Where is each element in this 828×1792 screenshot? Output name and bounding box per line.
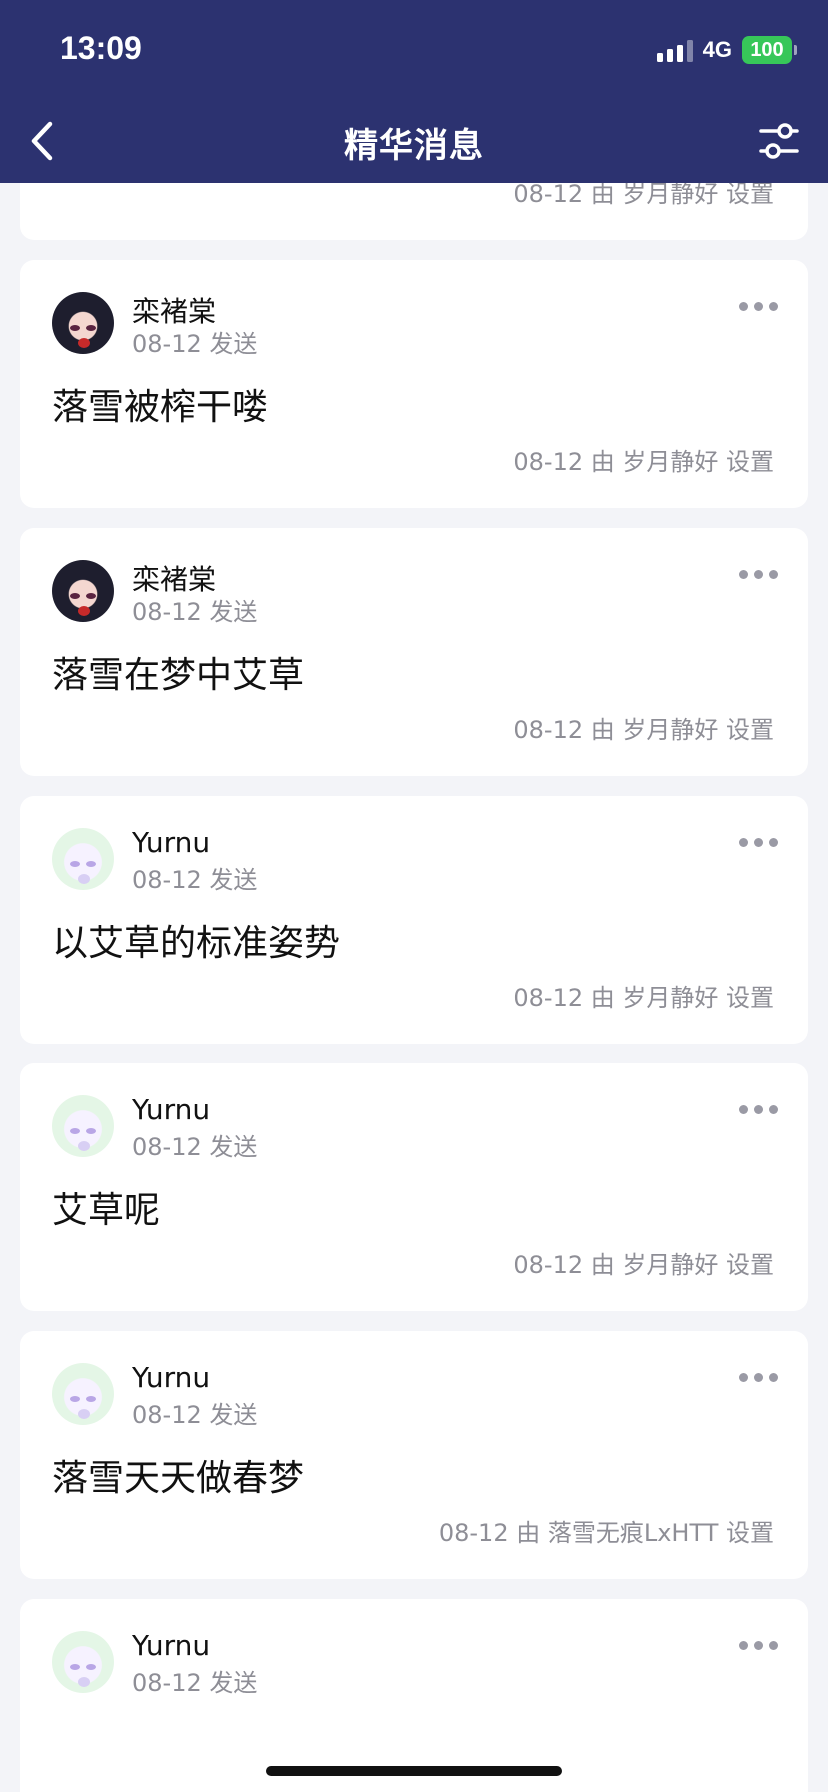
message-card[interactable]: 栾褚棠 08-12 发送 落雪在梦中艾草 08-12 由 岁月静好 设置 (20, 528, 808, 776)
dot-icon (754, 1373, 763, 1382)
message-card[interactable]: Yurnu 08-12 发送 (20, 1599, 808, 1792)
dot-icon (754, 838, 763, 847)
set-by-footer: 08-12 由 岁月静好 设置 (513, 716, 774, 744)
dot-icon (754, 302, 763, 311)
dot-icon (769, 302, 778, 311)
message-card[interactable]: Yurnu 08-12 发送 以艾草的标准姿势 08-12 由 岁月静好 设置 (20, 796, 808, 1044)
sender-name[interactable]: Yurnu (132, 1093, 210, 1126)
more-options-button[interactable] (739, 570, 778, 579)
avatar[interactable] (52, 1363, 114, 1425)
dot-icon (739, 1373, 748, 1382)
sent-time: 08-12 发送 (132, 330, 258, 358)
set-by-footer: 08-12 由 岁月静好 设置 (513, 1251, 774, 1279)
dot-icon (769, 1105, 778, 1114)
app-header: 13:09 4G 100 精华消息 (0, 0, 828, 183)
filter-button[interactable] (758, 120, 800, 162)
dot-icon (754, 570, 763, 579)
avatar[interactable] (52, 1095, 114, 1157)
set-by-footer: 08-12 由 落雪无痕LxHTT 设置 (438, 1519, 774, 1547)
more-options-button[interactable] (739, 302, 778, 311)
dot-icon (739, 1641, 748, 1650)
avatar[interactable] (52, 1631, 114, 1693)
sender-name[interactable]: Yurnu (132, 1361, 210, 1394)
more-options-button[interactable] (739, 1373, 778, 1382)
dot-icon (754, 1105, 763, 1114)
more-options-button[interactable] (739, 838, 778, 847)
more-options-button[interactable] (739, 1641, 778, 1650)
message-text: 落雪天天做春梦 (52, 1458, 305, 1499)
home-indicator (266, 1766, 562, 1776)
message-card[interactable]: 栾褚棠 08-12 发送 落雪被榨干喽 08-12 由 岁月静好 设置 (20, 260, 808, 508)
dot-icon (769, 1641, 778, 1650)
status-time: 13:09 (60, 30, 142, 66)
more-options-button[interactable] (739, 1105, 778, 1114)
dot-icon (739, 1105, 748, 1114)
dot-icon (739, 302, 748, 311)
page-title: 精华消息 (344, 126, 484, 166)
battery-icon: 100 (742, 36, 797, 64)
status-indicators: 4G 100 (656, 36, 797, 64)
signal-icon (656, 38, 693, 62)
sender-name[interactable]: Yurnu (132, 826, 210, 859)
message-text: 落雪被榨干喽 (52, 387, 269, 428)
dot-icon (769, 570, 778, 579)
dot-icon (739, 570, 748, 579)
sent-time: 08-12 发送 (132, 1401, 258, 1429)
message-card[interactable]: Yurnu 08-12 发送 艾草呢 08-12 由 岁月静好 设置 (20, 1063, 808, 1311)
sliders-icon (759, 123, 799, 159)
avatar[interactable] (52, 292, 114, 354)
sent-time: 08-12 发送 (132, 1133, 258, 1161)
dot-icon (769, 838, 778, 847)
message-text: 落雪在梦中艾草 (52, 655, 305, 696)
dot-icon (754, 1641, 763, 1650)
sent-time: 08-12 发送 (132, 866, 258, 894)
dot-icon (769, 1373, 778, 1382)
sent-time: 08-12 发送 (132, 1669, 258, 1697)
set-by-footer: 08-12 由 岁月静好 设置 (513, 448, 774, 476)
message-text: 以艾草的标准姿势 (52, 923, 341, 964)
sent-time: 08-12 发送 (132, 598, 258, 626)
sender-name[interactable]: Yurnu (132, 1629, 210, 1662)
dot-icon (739, 838, 748, 847)
avatar[interactable] (52, 560, 114, 622)
message-text: 艾草呢 (52, 1190, 161, 1231)
battery-level: 100 (750, 38, 784, 61)
avatar[interactable] (52, 828, 114, 890)
network-type: 4G (702, 37, 732, 62)
set-by-footer: 08-12 由 岁月静好 设置 (513, 984, 774, 1012)
message-card[interactable]: Yurnu 08-12 发送 落雪天天做春梦 08-12 由 落雪无痕LxHTT… (20, 1331, 808, 1579)
